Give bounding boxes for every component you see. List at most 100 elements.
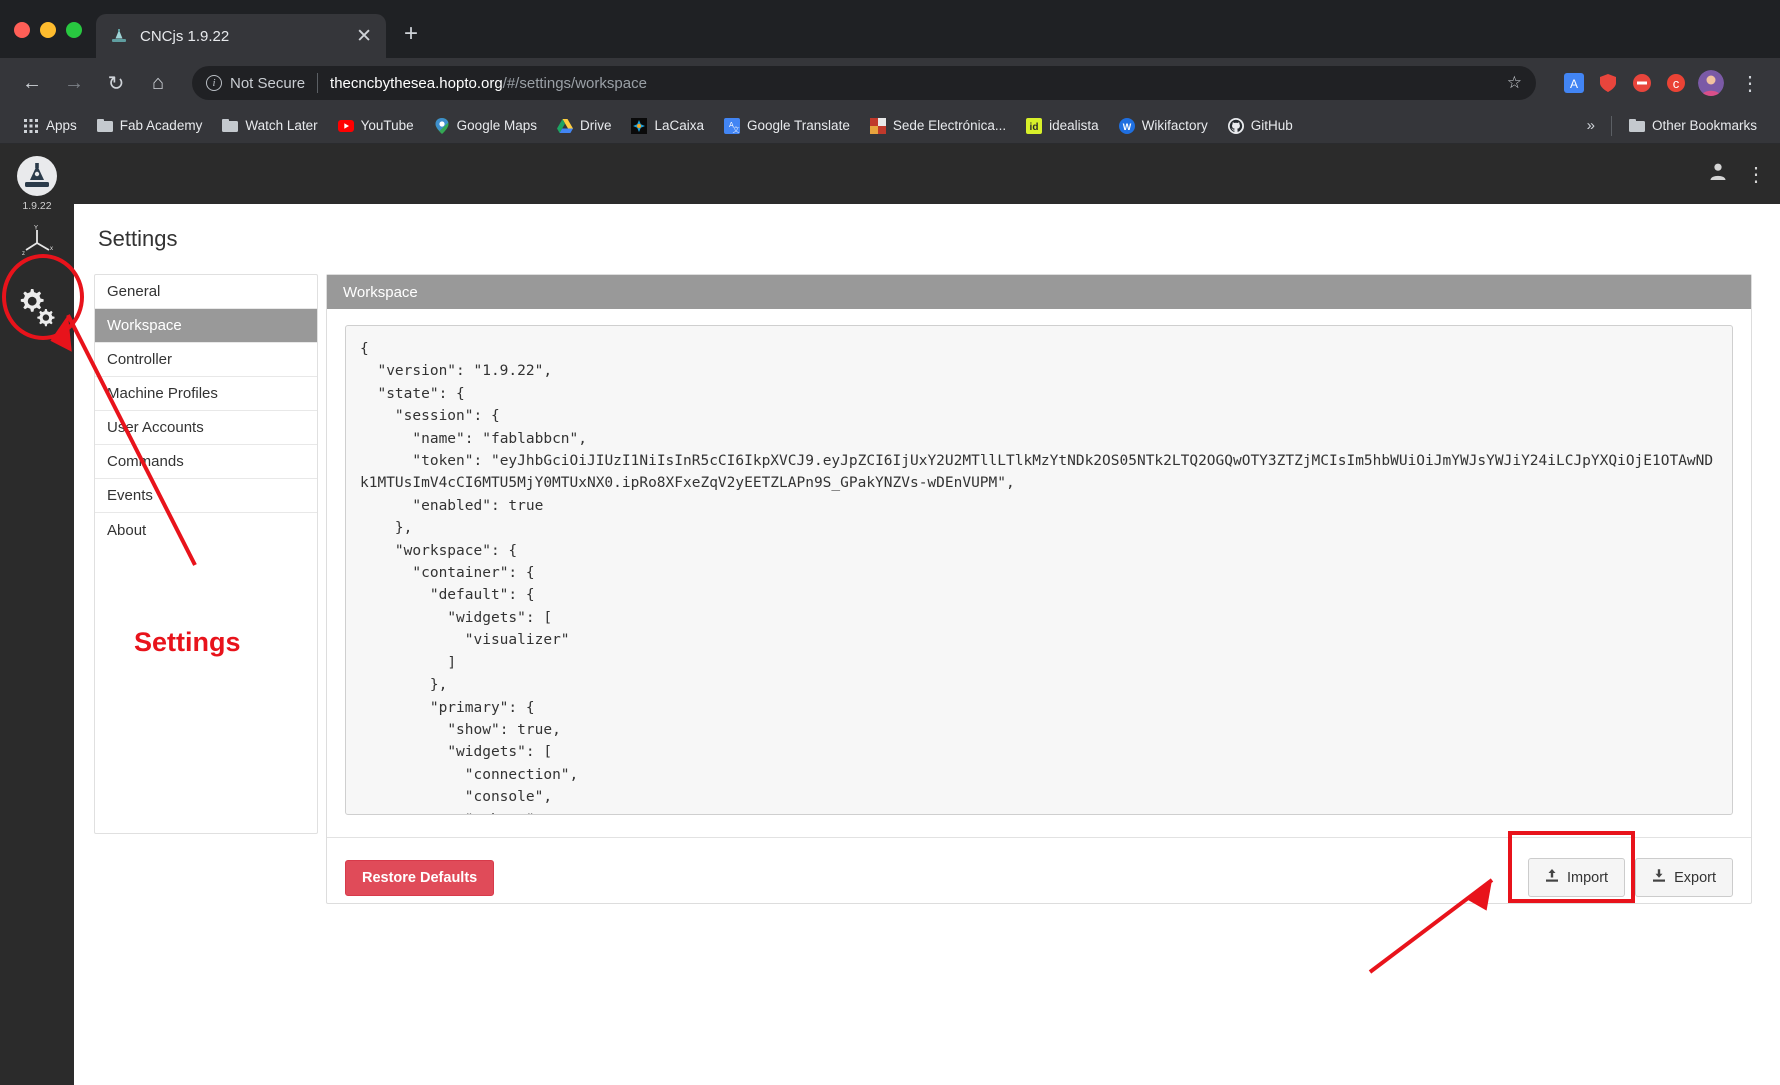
axes-xyz-icon: Y x z <box>20 225 54 264</box>
bookmark-wikifactory[interactable]: W Wikifactory <box>1110 114 1217 138</box>
github-icon <box>1227 117 1244 134</box>
settings-nav-general[interactable]: General <box>95 275 317 309</box>
window-traffic-lights <box>14 22 82 58</box>
bookmark-label: Sede Electrónica... <box>892 118 1007 133</box>
svg-text:A: A <box>1570 77 1578 91</box>
settings-nav-commands[interactable]: Commands <box>95 445 317 479</box>
bookmark-star-icon[interactable]: ☆ <box>1497 73 1522 93</box>
svg-text:id: id <box>1030 122 1039 133</box>
back-icon[interactable]: ← <box>14 65 50 101</box>
url-path: /#/settings/workspace <box>502 74 647 92</box>
bookmark-label: Google Maps <box>456 118 537 133</box>
wikifactory-icon: W <box>1118 117 1135 134</box>
shield-ext-icon[interactable] <box>1596 71 1620 95</box>
import-button-label: Import <box>1566 869 1609 886</box>
cnc-logo-icon <box>17 156 57 196</box>
restore-defaults-button[interactable]: Restore Defaults <box>345 859 495 896</box>
info-icon: i <box>206 75 222 91</box>
workspace-panel-footer: Restore Defaults Import Export <box>327 837 1751 903</box>
translate-icon: A文 <box>724 117 741 134</box>
gears-icon <box>14 283 60 334</box>
site-security-indicator[interactable]: i Not Secure <box>206 75 305 92</box>
security-label: Not Secure <box>230 74 306 92</box>
settings-nav-events[interactable]: Events <box>95 479 317 513</box>
c-ext-icon[interactable]: c <box>1664 71 1688 95</box>
browser-tab-bar: CNCjs 1.9.22 ✕ + <box>0 0 1780 58</box>
adblock-ext-icon[interactable] <box>1630 71 1654 95</box>
bookmark-label: LaCaixa <box>654 118 705 133</box>
url-host: thecncbythesea.hopto.org <box>330 74 503 92</box>
import-button[interactable]: Import <box>1527 858 1626 897</box>
folder-icon <box>222 118 239 134</box>
download-icon <box>1652 868 1666 887</box>
home-icon[interactable]: ⌂ <box>140 65 176 101</box>
bookmark-youtube[interactable]: YouTube <box>329 114 423 138</box>
close-tab-button[interactable]: ✕ <box>346 27 372 46</box>
cnc-logo-icon <box>110 27 128 45</box>
bookmark-label: GitHub <box>1250 118 1293 133</box>
drive-icon <box>556 118 573 134</box>
bookmarks-overflow-icon[interactable]: » <box>1579 113 1603 138</box>
extension-icons: A c ⋮ <box>1552 70 1766 96</box>
bookmark-sede-electronica[interactable]: Sede Electrónica... <box>861 114 1015 138</box>
browser-menu-icon[interactable]: ⋮ <box>1734 71 1766 96</box>
forward-icon[interactable]: → <box>56 65 92 101</box>
svg-text:Y: Y <box>34 225 38 231</box>
bookmarks-bar-right: » Other Bookmarks <box>1579 113 1766 138</box>
svg-text:x: x <box>50 246 53 252</box>
bookmark-google-translate[interactable]: A文 Google Translate <box>715 114 859 138</box>
omnibox-divider <box>317 73 319 93</box>
bookmarks-divider <box>1610 115 1612 136</box>
translate-ext-icon[interactable]: A <box>1562 71 1586 95</box>
bookmark-idealista[interactable]: id idealista <box>1017 114 1108 138</box>
other-bookmarks-folder[interactable]: Other Bookmarks <box>1620 114 1766 138</box>
new-tab-button[interactable]: + <box>404 22 418 46</box>
idealista-icon: id <box>1026 117 1043 134</box>
minimize-window-button[interactable] <box>40 22 56 38</box>
settings-nav-user-accounts[interactable]: User Accounts <box>95 411 317 445</box>
bookmark-watch-later[interactable]: Watch Later <box>213 114 326 138</box>
user-icon[interactable] <box>1708 161 1728 187</box>
kebab-icon[interactable]: ⋮ <box>1746 162 1766 187</box>
sidebar-item-workspace[interactable]: Y x z <box>0 212 74 276</box>
profile-avatar[interactable] <box>1698 70 1724 96</box>
settings-nav-controller[interactable]: Controller <box>95 343 317 377</box>
address-bar[interactable]: i Not Secure thecncbythesea.hopto.org/#/… <box>192 66 1536 100</box>
browser-tab-title: CNCjs 1.9.22 <box>140 27 230 45</box>
settings-nav-about[interactable]: About <box>95 513 317 547</box>
bookmark-lacaixa[interactable]: LaCaixa <box>622 114 713 138</box>
bookmark-label: Wikifactory <box>1141 118 1208 133</box>
workspace-config-viewer[interactable]: { "version": "1.9.22", "state": { "sessi… <box>345 325 1733 815</box>
app-navbar: ⋮ <box>0 144 1780 204</box>
settings-nav-machine-profiles[interactable]: Machine Profiles <box>95 377 317 411</box>
bookmark-apps[interactable]: Apps <box>14 114 86 138</box>
browser-window: CNCjs 1.9.22 ✕ + ← → ↻ ⌂ i Not Secure th… <box>0 0 1780 1085</box>
reload-icon[interactable]: ↻ <box>98 65 134 101</box>
workspace-panel-body: { "version": "1.9.22", "state": { "sessi… <box>327 309 1751 831</box>
svg-text:文: 文 <box>733 125 740 134</box>
bookmark-label: Watch Later <box>245 118 318 133</box>
sidebar-item-settings[interactable] <box>0 276 74 340</box>
folder-icon <box>96 118 113 134</box>
bookmark-fab-academy[interactable]: Fab Academy <box>88 114 212 138</box>
bookmark-drive[interactable]: Drive <box>548 114 621 138</box>
workspace-config-json: { "version": "1.9.22", "state": { "sessi… <box>360 341 1714 814</box>
bookmark-github[interactable]: GitHub <box>1219 114 1302 138</box>
workspace-panel-title: Workspace <box>327 275 1751 309</box>
upload-icon <box>1545 868 1559 887</box>
page-title: Settings <box>98 226 178 251</box>
bookmark-google-maps[interactable]: Google Maps <box>425 114 546 138</box>
maximize-window-button[interactable] <box>66 22 82 38</box>
sede-icon <box>869 117 886 134</box>
browser-tab[interactable]: CNCjs 1.9.22 ✕ <box>96 14 386 58</box>
workspace-tab-panel: Workspace { "version": "1.9.22", "state"… <box>326 274 1752 904</box>
settings-panel: General Workspace Controller Machine Pro… <box>94 274 1752 904</box>
settings-nav-workspace[interactable]: Workspace <box>95 309 317 343</box>
export-button[interactable]: Export <box>1635 858 1733 897</box>
bookmarks-bar: Apps Fab Academy Watch Later YouTube Goo… <box>0 108 1780 144</box>
maps-pin-icon <box>434 117 450 134</box>
app-brand[interactable]: 1.9.22 <box>0 150 74 212</box>
close-window-button[interactable] <box>14 22 30 38</box>
settings-content: Settings General Workspace Controller Ma… <box>74 204 1780 1085</box>
address-bar-url: thecncbythesea.hopto.org/#/settings/work… <box>330 75 647 92</box>
